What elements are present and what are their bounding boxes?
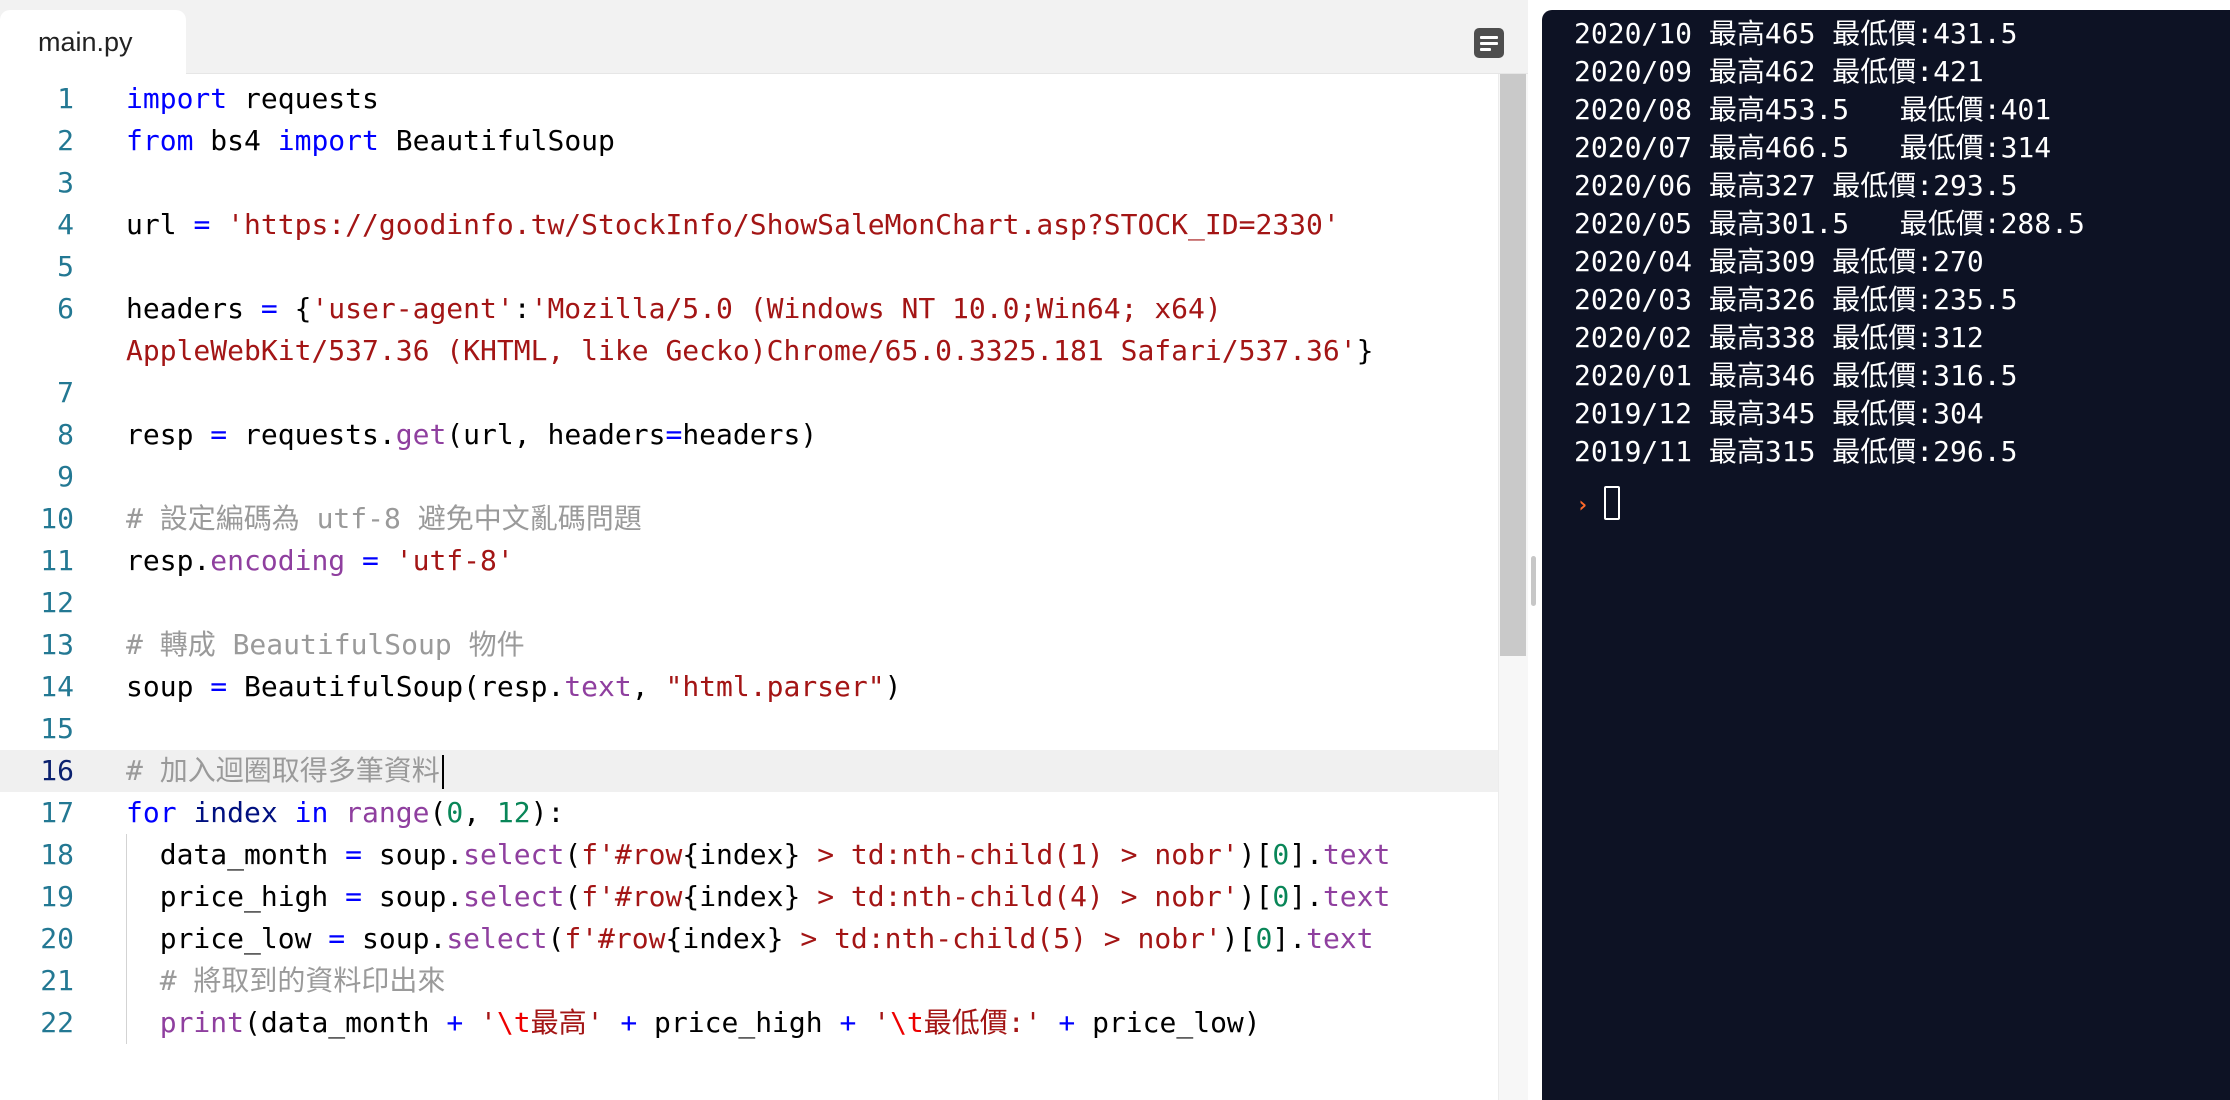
line-number: 14 (40, 670, 74, 703)
line-number: 5 (57, 250, 74, 283)
code-text: print(data_month + '\t最高' + price_high +… (159, 1006, 1261, 1039)
code-text: import requests (126, 82, 379, 115)
code-line[interactable]: 8 resp = requests.get(url, headers=header… (0, 414, 1498, 456)
code-text: # 設定編碼為 utf-8 避免中文亂碼問題 (126, 502, 642, 535)
tab-main-py[interactable]: main.py (0, 10, 186, 74)
line-number: 6 (57, 292, 74, 325)
text-cursor (441, 755, 444, 789)
code-line[interactable]: 15 (0, 708, 1498, 750)
console-output-line: 2020/03 最高326 最低價:235.5 (1574, 283, 2018, 316)
line-number: 8 (57, 418, 74, 451)
console-output-line: 2020/04 最高309 最低價:270 (1574, 245, 1984, 278)
code-area[interactable]: 1 import requests 2 from bs4 import Beautif… (0, 74, 1498, 1100)
code-text: for index in range(0, 12): (126, 796, 565, 829)
line-number: 1 (57, 82, 74, 115)
console-cursor (1604, 486, 1620, 520)
code-line[interactable]: 11 resp.encoding = 'utf-8' (0, 540, 1498, 582)
line-number: 20 (40, 922, 74, 955)
line-number: 12 (40, 586, 74, 619)
code-line[interactable]: 9 (0, 456, 1498, 498)
code-text: price_low = soup.select(f'#row{index} > … (126, 922, 1374, 955)
console-output-line: 2020/07 最高466.5 最低價:314 (1574, 131, 2052, 164)
code-line[interactable]: 18 data_month = soup.select(f'#row{index… (0, 834, 1498, 876)
line-number: 4 (57, 208, 74, 241)
code-text: soup = BeautifulSoup(resp.text, "html.pa… (126, 670, 902, 703)
editor-scrollbar-thumb[interactable] (1500, 74, 1526, 656)
code-text: # 將取到的資料印出來 (159, 964, 446, 997)
code-line[interactable]: 17 for index in range(0, 12): (0, 792, 1498, 834)
console-pane[interactable]: 2020/10 最高465 最低價:431.5 2020/09 最高462 最低價… (1542, 10, 2230, 1100)
code-editor-pane: main.py 1 import requests 2 from bs4 import… (0, 0, 1528, 1100)
code-line[interactable]: 19 price_high = soup.select(f'#row{index… (0, 876, 1498, 918)
line-number: 2 (57, 124, 74, 157)
console-output-line: 2020/10 最高465 最低價:431.5 (1574, 17, 2018, 50)
editor-tab-bar: main.py (0, 0, 1528, 74)
line-number: 11 (40, 544, 74, 577)
line-number: 16 (40, 754, 74, 787)
code-line[interactable]: 22 print(data_month + '\t最高' + price_hig… (0, 1002, 1498, 1044)
code-text: headers = {'user-agent':'Mozilla/5.0 (Wi… (126, 292, 1222, 325)
code-text: from bs4 import BeautifulSoup (126, 124, 615, 157)
console-output-line: 2020/05 最高301.5 最低價:288.5 (1574, 207, 2085, 240)
code-line[interactable]: 7 (0, 372, 1498, 414)
code-line[interactable]: 5 (0, 246, 1498, 288)
pane-splitter[interactable] (1528, 0, 1542, 1100)
code-text: url = 'https://goodinfo.tw/StockInfo/Sho… (126, 208, 1340, 241)
code-line[interactable]: 1 import requests (0, 78, 1498, 120)
code-line[interactable]: 21 # 將取到的資料印出來 (0, 960, 1498, 1002)
console-output-line: 2020/09 最高462 最低價:421 (1574, 55, 1984, 88)
panel-menu-icon[interactable] (1474, 28, 1504, 58)
code-line[interactable]: AppleWebKit/537.36 (KHTML, like Gecko)Ch… (0, 330, 1498, 372)
code-line[interactable]: 3 (0, 162, 1498, 204)
code-line[interactable]: 12 (0, 582, 1498, 624)
code-line[interactable]: 16 # 加入迴圈取得多筆資料 (0, 750, 1498, 792)
code-line[interactable]: 4 url = 'https://goodinfo.tw/StockInfo/Sh… (0, 204, 1498, 246)
console-output-line: 2020/06 最高327 最低價:293.5 (1574, 169, 2018, 202)
line-number: 17 (40, 796, 74, 829)
code-line[interactable]: 10 # 設定編碼為 utf-8 避免中文亂碼問題 (0, 498, 1498, 540)
line-number: 10 (40, 502, 74, 535)
code-line[interactable]: 2 from bs4 import BeautifulSoup (0, 120, 1498, 162)
code-text: # 轉成 BeautifulSoup 物件 (126, 628, 525, 661)
code-text: # 加入迴圈取得多筆資料 (126, 750, 444, 792)
line-number: 3 (57, 166, 74, 199)
line-number: 15 (40, 712, 74, 745)
code-text: price_high = soup.select(f'#row{index} >… (126, 880, 1391, 913)
code-text: AppleWebKit/537.36 (KHTML, like Gecko)Ch… (126, 334, 1374, 367)
console-output-line: 2019/12 最高345 最低價:304 (1574, 397, 1984, 430)
code-line[interactable]: 6 headers = {'user-agent':'Mozilla/5.0 (W… (0, 288, 1498, 330)
code-text: resp = requests.get(url, headers=headers… (126, 418, 818, 451)
code-line[interactable]: 20 price_low = soup.select(f'#row{index}… (0, 918, 1498, 960)
line-number: 18 (40, 838, 74, 871)
line-number: 9 (57, 460, 74, 493)
line-number: 7 (57, 376, 74, 409)
code-line[interactable]: 13 # 轉成 BeautifulSoup 物件 (0, 624, 1498, 666)
line-number: 19 (40, 880, 74, 913)
prompt-chevron-icon: › (1576, 493, 1590, 518)
console-output-line: 2020/01 最高346 最低價:316.5 (1574, 359, 2018, 392)
line-number: 22 (40, 1006, 74, 1039)
code-text: data_month = soup.select(f'#row{index} >… (126, 838, 1391, 871)
line-number: 21 (40, 964, 74, 997)
console-output-line: 2020/02 最高338 最低價:312 (1574, 321, 1984, 354)
code-line[interactable]: 14 soup = BeautifulSoup(resp.text, "html.… (0, 666, 1498, 708)
console-output-line: 2020/08 最高453.5 最低價:401 (1574, 93, 2052, 126)
console-output-line: 2019/11 最高315 最低價:296.5 (1574, 435, 2018, 468)
line-number: 13 (40, 628, 74, 661)
splitter-handle[interactable] (1531, 556, 1536, 606)
code-text: resp.encoding = 'utf-8' (126, 544, 514, 577)
